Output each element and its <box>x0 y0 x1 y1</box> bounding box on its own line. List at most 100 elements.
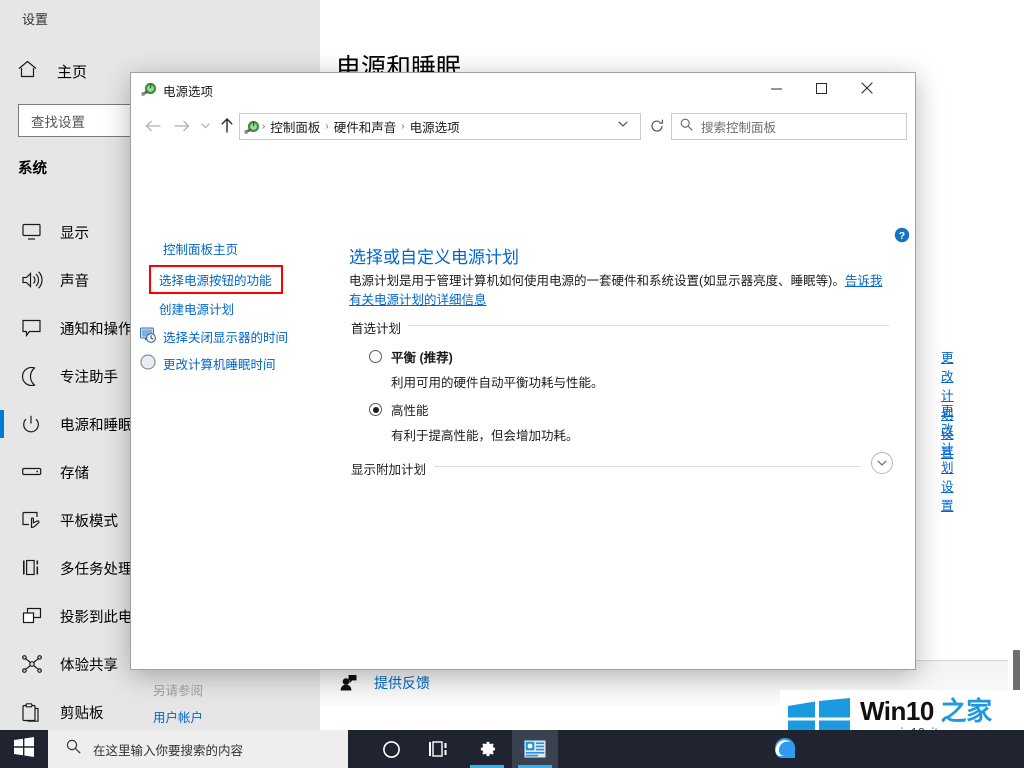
power-plan-radio[interactable] <box>369 350 382 363</box>
speaker-icon <box>22 271 52 289</box>
main-description-text: 电源计划是用于管理计算机如何使用电源的一套硬件和系统设置(如显示器亮度、睡眠等)… <box>349 274 845 288</box>
search-input[interactable]: 搜索控制面板 <box>671 113 907 140</box>
sidebar-item-label: 电源和睡眠 <box>60 414 133 435</box>
svg-text:?: ? <box>899 230 905 242</box>
breadcrumb-separator: › <box>399 121 406 132</box>
preferred-plans-group-label: 首选计划 <box>351 318 409 337</box>
watermark-brand-en: Win10 <box>860 696 934 726</box>
watermark-brand: Win10 之家 <box>860 697 992 725</box>
give-feedback-label: 提供反馈 <box>374 673 430 693</box>
sidebar-item-label: 体验共享 <box>60 654 118 675</box>
power-plan-radio[interactable] <box>369 403 382 416</box>
sidebar-item-label: 存储 <box>60 462 89 483</box>
settings-titlebar <box>320 0 1024 32</box>
breadcrumb-separator: › <box>260 121 267 132</box>
sidebar-item-label: 剪贴板 <box>60 702 104 723</box>
breadcrumb-item-0[interactable]: 控制面板 <box>267 117 323 136</box>
taskbar-search-input[interactable]: 在这里输入你要搜索的内容 <box>48 730 348 768</box>
see-also-heading: 另请参阅 <box>153 680 203 699</box>
settings-app-title: 设置 <box>22 9 48 28</box>
power-icon <box>22 415 52 434</box>
up-button[interactable] <box>215 114 239 138</box>
breadcrumb-item-1[interactable]: 硬件和声音 <box>331 117 400 136</box>
control-panel-taskbar-icon[interactable] <box>512 730 558 768</box>
watermark-brand-cn: 之家 <box>941 696 992 726</box>
search-icon <box>680 118 694 136</box>
power-options-icon <box>141 81 157 97</box>
power-options-main: ? 选择或自定义电源计划 电源计划是用于管理计算机如何使用电源的一套硬件和系统设… <box>331 147 915 668</box>
task-link-change-sleep-time[interactable]: 更改计算机睡眠时间 <box>163 354 276 373</box>
see-also-link-user-accounts[interactable]: 用户帐户 <box>153 707 203 726</box>
power-plan-description: 利用可用的硬件自动平衡功耗与性能。 <box>391 372 889 391</box>
share-icon <box>22 655 52 673</box>
taskbar-search-placeholder: 在这里输入你要搜索的内容 <box>93 740 243 759</box>
power-options-title: 电源选项 <box>163 81 213 100</box>
monitor-clock-icon <box>140 327 156 343</box>
settings-section-title: 系统 <box>18 157 47 178</box>
cp-minimize-button[interactable] <box>754 73 799 103</box>
active-indicator <box>0 410 4 438</box>
address-bar[interactable]: › 控制面板 › 硬件和声音 › 电源选项 <box>239 113 641 140</box>
change-plan-settings-link[interactable]: 更改计划设置 <box>941 400 954 514</box>
sidebar-item-label: 平板模式 <box>60 510 118 531</box>
start-button[interactable] <box>0 730 48 768</box>
power-options-window: 电源选项 <box>130 72 916 670</box>
sidebar-item-home[interactable]: 主页 <box>18 60 87 82</box>
sidebar-item-label: 专注助手 <box>60 366 118 387</box>
multitask-icon <box>22 559 52 577</box>
moon-icon <box>22 367 52 386</box>
show-additional-plans-label[interactable]: 显示附加计划 <box>351 459 434 478</box>
settings-gear-icon[interactable] <box>464 730 510 768</box>
clipboard-icon <box>22 703 52 722</box>
chat-bubble-icon <box>22 319 52 337</box>
sidebar-item-label: 通知和操作 <box>60 318 133 339</box>
help-icon[interactable]: ? <box>894 227 910 243</box>
task-link-create-power-plan[interactable]: 创建电源计划 <box>159 299 234 318</box>
tablet-hand-icon <box>22 511 52 529</box>
sidebar-item-home-label: 主页 <box>57 61 87 82</box>
cortana-icon[interactable] <box>368 730 414 768</box>
forward-button[interactable] <box>169 114 193 138</box>
main-description: 电源计划是用于管理计算机如何使用电源的一套硬件和系统设置(如显示器亮度、睡眠等)… <box>349 272 889 310</box>
drive-icon <box>22 466 52 478</box>
address-dropdown-chevron-down-icon[interactable] <box>618 119 628 129</box>
task-view-icon[interactable] <box>416 730 462 768</box>
address-power-options-icon <box>244 119 260 135</box>
sidebar-item-label: 显示 <box>60 222 89 243</box>
edge-browser-icon[interactable] <box>762 730 808 768</box>
power-plan-row[interactable]: 高性能 有利于提高性能，但会增加功耗。 <box>369 400 889 444</box>
breadcrumb-item-2[interactable]: 电源选项 <box>407 117 463 136</box>
home-icon <box>18 60 37 82</box>
power-options-navbar: › 控制面板 › 硬件和声音 › 电源选项 搜索控制面板 <box>131 105 915 147</box>
chevron-down-circle-icon[interactable] <box>871 452 893 474</box>
power-options-titlebar: 电源选项 <box>131 73 915 105</box>
project-screen-icon <box>22 607 52 625</box>
sidebar-item-label: 多任务处理 <box>60 558 133 579</box>
power-plan-name: 平衡 (推荐) <box>391 347 453 366</box>
back-button[interactable] <box>141 114 165 138</box>
power-plan-name: 高性能 <box>391 400 429 419</box>
sleep-moon-icon <box>140 354 156 370</box>
task-link-control-panel-home[interactable]: 控制面板主页 <box>163 239 238 258</box>
monitor-icon <box>22 223 52 241</box>
refresh-icon[interactable] <box>647 116 667 136</box>
settings-search-placeholder: 查找设置 <box>19 111 85 131</box>
search-placeholder: 搜索控制面板 <box>701 117 776 136</box>
cp-maximize-button[interactable] <box>799 73 844 103</box>
search-icon <box>66 739 81 759</box>
task-link-choose-power-button-action[interactable]: 选择电源按钮的功能 <box>159 270 272 289</box>
windows-logo-icon <box>14 737 34 762</box>
task-link-choose-display-off-time[interactable]: 选择关闭显示器的时间 <box>163 327 288 346</box>
control-panel-task-pane: 控制面板主页 选择电源按钮的功能 创建电源计划 选择关闭显示器的时间 更改计算机… <box>131 147 331 668</box>
feedback-person-icon <box>340 675 364 691</box>
power-plan-description: 有利于提高性能，但会增加功耗。 <box>391 425 889 444</box>
breadcrumb-separator: › <box>323 121 330 132</box>
cp-close-button[interactable] <box>844 73 889 103</box>
power-plan-row[interactable]: 平衡 (推荐) 利用可用的硬件自动平衡功耗与性能。 <box>369 347 889 391</box>
taskbar: 在这里输入你要搜索的内容 <box>0 730 1024 768</box>
sidebar-item-label: 声音 <box>60 270 89 291</box>
power-options-body: 控制面板主页 选择电源按钮的功能 创建电源计划 选择关闭显示器的时间 更改计算机… <box>131 147 915 668</box>
preferred-plans-divider <box>351 325 889 326</box>
recent-locations-chevron-down-icon[interactable] <box>193 114 217 138</box>
main-heading: 选择或自定义电源计划 <box>349 243 519 268</box>
